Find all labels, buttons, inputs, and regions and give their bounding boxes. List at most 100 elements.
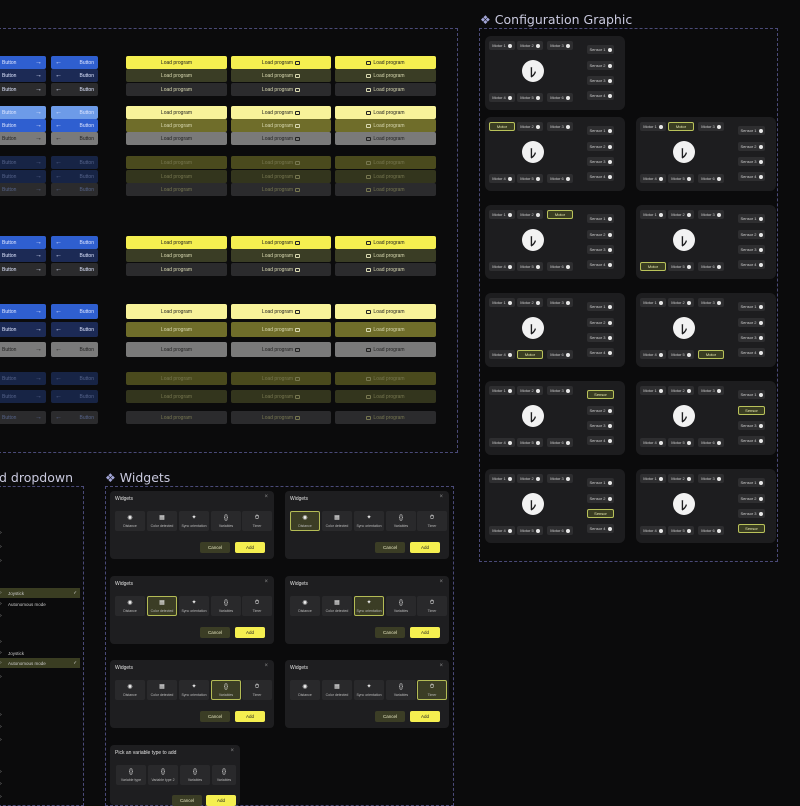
load-program-button[interactable]: Load program (335, 342, 436, 357)
sensor-chip[interactable]: Sensor 1 (738, 390, 765, 399)
load-program-button[interactable]: Load program (231, 83, 331, 96)
close-icon[interactable]: × (264, 579, 268, 585)
motor-chip[interactable]: Motor 4 (489, 438, 515, 447)
primary-button[interactable]: ← Button (51, 170, 98, 183)
motor-chip[interactable]: Motor 2 (517, 122, 543, 131)
dropdown-chevron-row[interactable]: › (0, 637, 80, 647)
load-program-button[interactable]: Load program (335, 170, 436, 183)
load-program-button[interactable]: Load program (231, 342, 331, 357)
cancel-button[interactable]: Cancel (200, 711, 230, 722)
primary-button[interactable]: ← Button (51, 56, 98, 69)
variable-tile[interactable]: {} Variables (180, 765, 210, 785)
dropdown-chevron-row[interactable]: › (0, 710, 80, 720)
widget-tile[interactable]: ◉ Distance (290, 511, 320, 531)
motor-chip[interactable]: Motor 2 (517, 210, 543, 219)
motor-chip[interactable]: Motor 5 (668, 350, 694, 359)
motor-chip[interactable]: Motor 6 (547, 93, 573, 102)
motor-chip[interactable]: Motor 4 (489, 93, 515, 102)
widget-tile[interactable]: ✦ Sync orientation (179, 596, 209, 616)
add-button[interactable]: Add (410, 627, 440, 638)
widget-tile[interactable]: {} Variables (211, 596, 241, 616)
primary-button[interactable]: ← Button (51, 236, 98, 249)
widget-tile[interactable]: ▦ Color detected (322, 511, 352, 531)
primary-button[interactable]: Button → (0, 304, 46, 319)
widget-tile[interactable]: ▦ Color detected (147, 596, 177, 616)
motor-chip[interactable]: Motor 1 (489, 41, 515, 50)
motor-chip[interactable]: Motor 2 (517, 386, 543, 395)
sensor-chip[interactable]: Sensor 2 (738, 318, 765, 327)
load-program-button[interactable]: Load program (335, 56, 436, 69)
cancel-button[interactable]: Cancel (375, 711, 405, 722)
motor-chip[interactable]: Motor 4 (640, 438, 666, 447)
sensor-chip[interactable]: Sensor 2 (587, 230, 614, 239)
widget-tile[interactable]: ⏱ Timer (242, 680, 272, 700)
load-program-button[interactable]: Load program (231, 119, 331, 132)
motor-chip[interactable]: Motor 6 (547, 438, 573, 447)
motor-chip[interactable]: Motor 3 (547, 122, 573, 131)
motor-chip[interactable]: Motor 1 (489, 298, 515, 307)
sensor-chip[interactable]: Sensor 2 (587, 406, 614, 415)
dropdown-chevron-row[interactable]: › (0, 528, 80, 538)
widget-tile[interactable]: ◉ Distance (115, 596, 145, 616)
motor-chip[interactable]: Motor 3 (698, 474, 724, 483)
widget-tile[interactable]: ✦ Sync orientation (179, 511, 209, 531)
sensor-chip[interactable]: Sensor 3 (587, 157, 614, 166)
load-program-button[interactable]: Load program (335, 69, 436, 82)
close-icon[interactable]: × (230, 748, 234, 754)
motor-chip[interactable]: Motor 6 (547, 350, 573, 359)
motor-chip[interactable]: Motor 5 (517, 93, 543, 102)
load-program-button[interactable]: Load program (335, 183, 436, 196)
primary-button[interactable]: ← Button (51, 322, 98, 337)
primary-button[interactable]: Button → (0, 390, 46, 403)
sensor-chip[interactable]: Sensor (587, 390, 614, 399)
load-program-button[interactable]: Load program (126, 249, 227, 262)
load-program-button[interactable]: Load program (335, 83, 436, 96)
load-program-button[interactable]: Load program (231, 183, 331, 196)
widget-tile[interactable]: {} Variables (211, 680, 241, 700)
load-program-button[interactable]: Load program (335, 106, 436, 119)
sensor-chip[interactable]: Sensor 4 (738, 348, 765, 357)
widget-tile[interactable]: ⏱ Timer (242, 511, 272, 531)
primary-button[interactable]: Button → (0, 132, 46, 145)
load-program-button[interactable]: Load program (126, 170, 227, 183)
primary-button[interactable]: ← Button (51, 69, 98, 82)
motor-chip[interactable]: Motor 3 (547, 474, 573, 483)
load-program-button[interactable]: Load program (335, 322, 436, 337)
primary-button[interactable]: Button → (0, 249, 46, 262)
motor-chip[interactable]: Motor 5 (668, 438, 694, 447)
load-program-button[interactable]: Load program (231, 106, 331, 119)
motor-chip[interactable]: Motor 2 (517, 298, 543, 307)
dropdown-item-joystick[interactable]: › Joystick ✓ (0, 588, 80, 598)
sensor-chip[interactable]: Sensor 2 (587, 494, 614, 503)
primary-button[interactable]: ← Button (51, 304, 98, 319)
primary-button[interactable]: Button → (0, 372, 46, 385)
sensor-chip[interactable]: Sensor 4 (587, 436, 614, 445)
load-program-button[interactable]: Load program (126, 83, 227, 96)
close-icon[interactable]: × (439, 663, 443, 669)
motor-chip[interactable]: Motor 5 (517, 262, 543, 271)
motor-chip[interactable]: Motor 5 (668, 526, 694, 535)
primary-button[interactable]: Button → (0, 263, 46, 276)
add-button[interactable]: Add (410, 711, 440, 722)
load-program-button[interactable]: Load program (335, 119, 436, 132)
primary-button[interactable]: Button → (0, 342, 46, 357)
motor-chip[interactable]: Motor 4 (489, 350, 515, 359)
sensor-chip[interactable]: Sensor 4 (738, 172, 765, 181)
motor-chip[interactable]: Motor (547, 210, 573, 219)
motor-chip[interactable]: Motor 6 (698, 438, 724, 447)
close-icon[interactable]: × (439, 579, 443, 585)
motor-chip[interactable]: Motor (640, 262, 666, 271)
variable-tile[interactable]: {} Variables (212, 765, 236, 785)
motor-chip[interactable]: Motor 1 (640, 210, 666, 219)
load-program-button[interactable]: Load program (335, 304, 436, 319)
widget-tile[interactable]: ▦ Color detected (147, 511, 177, 531)
motor-chip[interactable]: Motor 2 (668, 210, 694, 219)
widget-tile[interactable]: ▦ Color detected (322, 680, 352, 700)
primary-button[interactable]: ← Button (51, 342, 98, 357)
add-button[interactable]: Add (235, 711, 265, 722)
motor-chip[interactable]: Motor 1 (640, 122, 666, 131)
sensor-chip[interactable]: Sensor 3 (587, 333, 614, 342)
motor-chip[interactable]: Motor 5 (668, 174, 694, 183)
widget-tile[interactable]: ✦ Sync orientation (354, 511, 384, 531)
load-program-button[interactable]: Load program (335, 372, 436, 385)
